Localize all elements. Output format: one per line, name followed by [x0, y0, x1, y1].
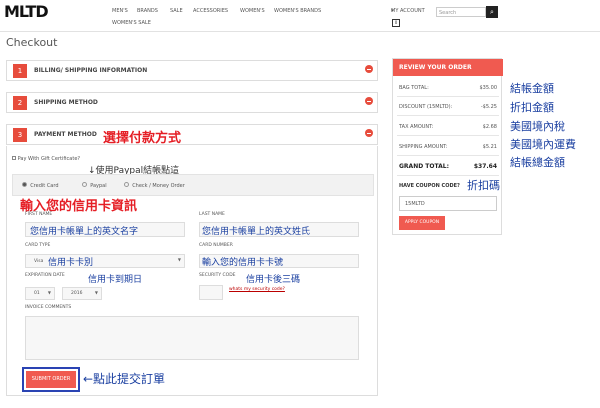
header-divider [0, 31, 600, 32]
exp-year-value: 2016 [71, 291, 83, 296]
search-input[interactable]: Search [436, 7, 486, 17]
option-credit-card[interactable]: Credit Card [22, 182, 59, 189]
exp-year-select[interactable]: 2016 ▼ [62, 287, 102, 300]
bag-total-row: BAG TOTAL: $35.00 [399, 85, 497, 91]
gift-label: Pay With Gift Certificate? [17, 156, 81, 162]
chevron-down-icon: ▼ [177, 257, 181, 262]
shopping-bag-icon[interactable]: 0 [392, 19, 400, 27]
my-account-label: MY ACCOUNT [391, 8, 425, 14]
collapse-icon[interactable] [365, 97, 373, 105]
radio-paypal[interactable] [82, 182, 87, 187]
security-help-link[interactable]: whats my security code? [229, 287, 285, 292]
grand-total-row: GRAND TOTAL: $37.64 [399, 163, 497, 170]
divider [397, 175, 499, 176]
option-check[interactable]: Check / Money Order [124, 182, 185, 189]
annotation-expiration: 信用卡到期日 [88, 275, 143, 285]
page-title: Checkout [6, 36, 58, 49]
annotation-bag-total: 結帳金額 [510, 82, 554, 95]
my-account-menu[interactable]: MY ACCOUNT ▾ [391, 8, 425, 14]
row-value: $35.00 [479, 85, 498, 91]
nav-mens[interactable]: MEN'S [112, 8, 128, 14]
invoice-comments-label: INVOICE COMMENTS [25, 305, 72, 310]
collapse-icon[interactable] [365, 129, 373, 137]
section-title: SHIPPING METHOD [34, 99, 98, 106]
gift-checkbox[interactable] [12, 156, 16, 160]
option-label: Credit Card [30, 183, 59, 189]
section-number: 2 [13, 96, 27, 110]
section-shipping[interactable]: 2 SHIPPING METHOD [6, 92, 378, 113]
chevron-down-icon: ▼ [94, 290, 98, 295]
annotation-discount: 折扣金額 [510, 101, 554, 114]
row-label: GRAND TOTAL: [399, 163, 449, 170]
nav-sale[interactable]: SALE [170, 8, 183, 14]
section-payment[interactable]: 3 PAYMENT METHOD [6, 124, 378, 145]
divider [397, 155, 499, 156]
security-code-label: SECURITY CODE [199, 273, 236, 278]
section-title: BILLING/ SHIPPING INFORMATION [34, 67, 148, 74]
gift-certificate-row[interactable]: Pay With Gift Certificate? [12, 156, 80, 162]
annotation-last-name: 您信用卡帳單上的英文姓氏 [202, 227, 311, 237]
annotation-shipping: 美國境內運費 [510, 138, 576, 151]
section-billing[interactable]: 1 BILLING/ SHIPPING INFORMATION [6, 60, 378, 81]
nav-womens[interactable]: WOMEN'S [240, 8, 265, 14]
row-label: BAG TOTAL: [399, 85, 429, 91]
nav-brands[interactable]: BRANDS [137, 8, 158, 14]
tax-row: TAX AMOUNT: $2.68 [399, 124, 497, 130]
search-button[interactable]: ⌕ [486, 6, 498, 18]
discount-row: DISCOUNT (15MLTD): -$5.25 [399, 104, 497, 110]
row-value: $5.21 [482, 144, 497, 150]
nav-accessories[interactable]: ACCESSORIES [193, 8, 228, 14]
radio-check[interactable] [124, 182, 129, 187]
invoice-comments-textarea[interactable] [25, 316, 359, 360]
annotation-card-number: 輸入您的信用卡卡號 [202, 258, 284, 268]
section-title: PAYMENT METHOD [34, 131, 97, 138]
annotation-submit: ←點此提交訂單 [83, 372, 166, 386]
search-icon: ⌕ [490, 8, 494, 16]
divider [397, 115, 499, 116]
option-label: Paypal [90, 183, 107, 189]
row-value: -$5.25 [480, 104, 497, 110]
collapse-icon[interactable] [365, 65, 373, 73]
order-summary: REVIEW YOUR ORDER BAG TOTAL: $35.00 DISCO… [392, 58, 503, 235]
option-label: Check / Money Order [132, 183, 185, 189]
payment-options [12, 174, 374, 196]
row-value: $2.68 [482, 124, 497, 130]
chevron-down-icon: ▼ [47, 290, 51, 295]
submit-order-button[interactable]: SUBMIT ORDER [26, 371, 76, 388]
row-label: DISCOUNT (15MLTD): [399, 104, 453, 110]
last-name-label: LAST NAME [199, 212, 225, 217]
annotation-grand-total: 結帳總金額 [510, 156, 565, 169]
card-number-label: CARD NUMBER [199, 243, 233, 248]
annotation-card-type: 信用卡卡別 [48, 258, 94, 268]
card-type-value: Visa [34, 259, 44, 264]
nav-womens-sale[interactable]: WOMEN'S SALE [112, 20, 151, 26]
shipping-row: SHIPPING AMOUNT: $5.21 [399, 144, 497, 150]
row-label: SHIPPING AMOUNT: [399, 144, 448, 150]
row-label: TAX AMOUNT: [399, 124, 434, 130]
summary-title: REVIEW YOUR ORDER [393, 59, 503, 76]
logo[interactable]: MLTD [4, 2, 49, 21]
row-value: $37.64 [473, 163, 497, 170]
exp-month-select[interactable]: 01 ▼ [25, 287, 55, 300]
coupon-input[interactable]: 15MLTD [399, 196, 497, 211]
divider [397, 135, 499, 136]
option-paypal[interactable]: Paypal [82, 182, 107, 189]
annotation-security: 信用卡後三碼 [246, 275, 301, 285]
apply-coupon-button[interactable]: APPLY COUPON [399, 216, 445, 230]
annotation-payment-method: 選擇付款方式 [103, 131, 182, 146]
annotation-tax: 美國境內稅 [510, 120, 565, 133]
divider [397, 96, 499, 97]
security-code-input[interactable] [199, 285, 223, 300]
exp-month-value: 01 [34, 291, 40, 296]
radio-credit-card[interactable] [22, 182, 27, 187]
expiration-label: EXPIRATION DATE [25, 273, 65, 278]
annotation-coupon: 折扣碼 [467, 179, 500, 192]
card-type-label: CARD TYPE [25, 243, 51, 248]
section-number: 1 [13, 64, 27, 78]
first-name-label: FIRST NAME [25, 212, 53, 217]
annotation-first-name: 您信用卡帳單上的英文名字 [30, 227, 139, 237]
nav-womens-brands[interactable]: WOMEN'S BRANDS [274, 8, 321, 14]
section-number: 3 [13, 128, 27, 142]
